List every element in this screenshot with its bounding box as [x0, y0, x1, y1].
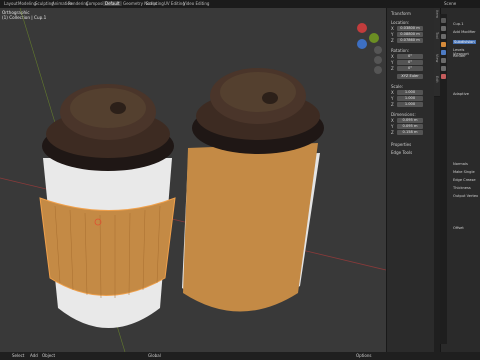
render-tab-icon[interactable] [441, 26, 446, 31]
loc-z-field[interactable]: 0.07860 m [397, 38, 423, 43]
physics-tab-icon[interactable] [441, 66, 446, 71]
rotation-mode-select[interactable]: XYZ Euler [397, 74, 423, 79]
scale-x-label: X [391, 90, 394, 95]
location-label: Location: [391, 20, 410, 25]
scale-x-field[interactable]: 1.000 [397, 90, 423, 95]
dimensions-label: Dimensions: [391, 112, 416, 117]
make-single-label: Make Single [453, 170, 475, 174]
scale-y-label: Y [391, 96, 394, 101]
rot-x-field[interactable]: 0° [397, 54, 423, 59]
sidebar-tab-view-label: View [435, 54, 439, 63]
sidebar-tab-edit-label: Edit [435, 76, 439, 83]
properties-section[interactable]: Properties [391, 142, 411, 147]
edge-tools-section[interactable]: Edge Tools [391, 150, 412, 155]
loc-y-field[interactable]: 0.08800 m [397, 32, 423, 37]
normals-label: Normals [453, 162, 468, 166]
dim-y-label: Y [391, 124, 394, 129]
output-vertex-label: Output Vertex [453, 194, 479, 198]
adaptive-label: Adaptive [453, 92, 469, 96]
dim-z-field[interactable]: 0.158 m [397, 130, 423, 135]
scale-z-label: Z [391, 102, 394, 107]
scene-selector[interactable]: Scene [442, 1, 458, 7]
loc-x-field[interactable]: 0.03800 m [397, 26, 423, 31]
transform-orientation-select[interactable]: Global [148, 352, 161, 360]
properties-tab-column [440, 14, 447, 344]
output-tab-icon[interactable] [441, 34, 446, 39]
rotation-label: Rotation: [391, 48, 410, 53]
sidebar-tab-tool-label: Tool [435, 32, 439, 39]
rot-y-field[interactable]: 0° [397, 60, 423, 65]
loc-x-label: X [391, 26, 394, 31]
modifier-subdivision[interactable]: Subdivision [453, 40, 476, 44]
rot-z-label: Z [391, 66, 394, 71]
dim-z-label: Z [391, 130, 394, 135]
edge-crease-label: Edge Crease [453, 178, 476, 182]
offset-label: Offset [453, 226, 464, 230]
object-tab-icon[interactable] [441, 42, 446, 47]
transform-header[interactable]: Transform [391, 11, 411, 16]
render-label: Render [453, 54, 466, 58]
cup-selected[interactable] [39, 84, 176, 328]
dim-x-label: X [391, 118, 394, 123]
dim-x-field[interactable]: 0.095 m [397, 118, 423, 123]
scale-z-field[interactable]: 1.000 [397, 102, 423, 107]
rot-y-label: Y [391, 60, 394, 65]
rot-x-label: X [391, 54, 394, 59]
bottom-header: Select Add Object Global Options [0, 352, 480, 360]
object-name: Cup.1 [453, 22, 464, 26]
sidebar-n-panel: Transform Location: X 0.03800 m Y 0.0880… [386, 8, 435, 352]
tab-video-editing[interactable]: Video Editing [181, 1, 211, 7]
select-menu[interactable]: Select [12, 352, 24, 360]
loc-z-label: Z [391, 38, 394, 43]
dim-y-field[interactable]: 0.095 m [397, 124, 423, 129]
viewport-scene [0, 8, 386, 352]
add-modifier-button[interactable]: Add Modifier [453, 30, 476, 34]
particles-tab-icon[interactable] [441, 58, 446, 63]
top-menu-bar: Layout Modeling Sculpting Animation Rend… [0, 0, 480, 8]
options-menu[interactable]: Options [356, 352, 371, 360]
tab-default-label: Default [103, 1, 122, 6]
thickness-label: Thickness [453, 186, 471, 190]
add-menu[interactable]: Add [30, 352, 38, 360]
modifier-tab-icon[interactable] [441, 50, 446, 55]
navigation-gizmo[interactable] [357, 23, 382, 74]
tool-tab-icon[interactable] [441, 18, 446, 23]
3d-viewport[interactable]: Orthographic (1) Collection | Cup.1 [0, 8, 386, 352]
rot-z-field[interactable]: 0° [397, 66, 423, 71]
object-menu[interactable]: Object [42, 352, 55, 360]
cup-second[interactable] [182, 68, 324, 312]
sidebar-tab-item-label: Item [435, 10, 439, 18]
scale-label: Scale: [391, 84, 404, 89]
loc-y-label: Y [391, 32, 394, 37]
scale-y-field[interactable]: 1.000 [397, 96, 423, 101]
material-tab-icon[interactable] [441, 74, 446, 79]
